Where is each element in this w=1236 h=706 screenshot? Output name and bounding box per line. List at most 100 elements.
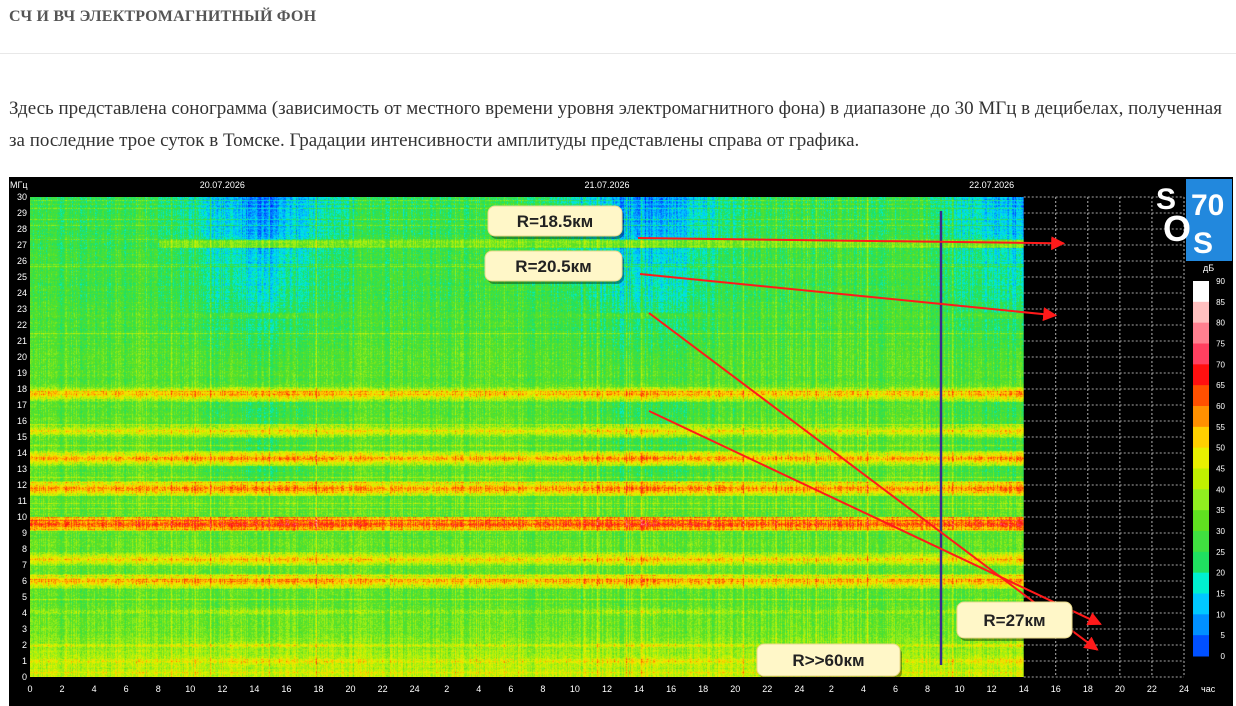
colorbar-segment — [1193, 635, 1209, 657]
y-tick-label: 5 — [22, 592, 27, 602]
colorbar-segment — [1193, 572, 1209, 594]
svg-text:O: O — [1163, 208, 1191, 249]
colorbar-segment — [1193, 385, 1209, 407]
y-tick-label: 25 — [17, 272, 27, 282]
y-tick-label: 19 — [17, 368, 27, 378]
colorbar-segment — [1193, 551, 1209, 574]
colorbar-tick-label: 60 — [1216, 402, 1225, 411]
x-tick-label: 2 — [829, 684, 834, 694]
y-tick-label: 6 — [22, 576, 27, 586]
x-tick-label: 6 — [508, 684, 513, 694]
date-label: 20.07.2026 — [200, 180, 245, 190]
colorbar-tick-label: 15 — [1216, 590, 1225, 599]
colorbar-segment — [1193, 281, 1209, 303]
y-tick-label: 27 — [17, 240, 27, 250]
colorbar-tick-label: 65 — [1216, 381, 1225, 390]
colorbar-tick-label: 70 — [1216, 360, 1225, 369]
x-tick-label: 10 — [570, 684, 580, 694]
colorbar-segment — [1193, 468, 1209, 490]
sos70-logo: S O S 70 — [1156, 179, 1232, 261]
colorbar-tick-label: 55 — [1216, 423, 1225, 432]
y-tick-label: 23 — [17, 304, 27, 314]
y-tick-label: 11 — [18, 496, 27, 506]
x-tick-label: 2 — [60, 684, 65, 694]
x-tick-label: 22 — [378, 684, 388, 694]
svg-text:S: S — [1193, 227, 1213, 260]
x-tick-label: 12 — [602, 684, 612, 694]
y-tick-label: 4 — [22, 608, 27, 618]
colorbar-tick-label: 80 — [1216, 319, 1225, 328]
colorbar-tick-label: 90 — [1216, 277, 1225, 286]
x-tick-label: 16 — [281, 684, 291, 694]
x-tick-label: 22 — [1147, 684, 1157, 694]
y-axis-label: МГц — [10, 180, 28, 190]
colorbar-tick-label: 30 — [1216, 527, 1225, 536]
y-tick-label: 2 — [22, 640, 27, 650]
colorbar-tick-label: 50 — [1216, 444, 1225, 453]
x-tick-label: 24 — [794, 684, 804, 694]
colorbar-tick-label: 5 — [1221, 631, 1226, 640]
colorbar-tick-label: 85 — [1216, 298, 1225, 307]
colorbar-segment — [1193, 489, 1209, 511]
x-tick-label: 12 — [217, 684, 227, 694]
y-tick-label: 9 — [22, 528, 27, 538]
x-tick-label: 14 — [1019, 684, 1029, 694]
x-tick-label: 22 — [762, 684, 772, 694]
x-tick-label: 6 — [124, 684, 129, 694]
annotation-label: R>>60км — [792, 651, 864, 670]
colorbar-segment — [1193, 322, 1209, 344]
colorbar-tick-label: 75 — [1216, 340, 1225, 349]
colorbar-segment — [1193, 510, 1209, 532]
colorbar-segment — [1193, 301, 1209, 324]
x-tick-label: 16 — [1051, 684, 1061, 694]
colorbar-segment — [1193, 406, 1209, 428]
x-tick-label: 2 — [444, 684, 449, 694]
colorbar-tick-label: 40 — [1216, 485, 1225, 494]
x-tick-label: 4 — [476, 684, 481, 694]
x-tick-label: 20 — [346, 684, 356, 694]
x-tick-label: 14 — [634, 684, 644, 694]
y-tick-label: 7 — [22, 560, 27, 570]
y-tick-label: 29 — [17, 208, 27, 218]
y-tick-label: 8 — [22, 544, 27, 554]
x-tick-label: 8 — [540, 684, 545, 694]
x-tick-label: 0 — [27, 684, 32, 694]
svg-text:70: 70 — [1191, 189, 1224, 222]
y-tick-label: 22 — [17, 320, 27, 330]
x-tick-label: 20 — [730, 684, 740, 694]
x-tick-label: 8 — [156, 684, 161, 694]
colorbar-segment — [1193, 593, 1209, 615]
colorbar-tick-label: 45 — [1216, 465, 1225, 474]
annotation-label: R=27км — [983, 611, 1045, 630]
colorbar-segment — [1193, 364, 1209, 386]
y-tick-label: 16 — [17, 416, 27, 426]
divider — [0, 53, 1236, 54]
y-tick-label: 0 — [22, 672, 27, 682]
x-tick-label: 18 — [313, 684, 323, 694]
date-label: 22.07.2026 — [969, 180, 1014, 190]
colorbar-tick-label: 10 — [1216, 610, 1225, 619]
y-tick-label: 30 — [17, 192, 27, 202]
colorbar-tick-label: 20 — [1216, 569, 1225, 578]
sonogram-chart: 0123456789101112131415161718192021222324… — [9, 177, 1233, 706]
y-tick-label: 13 — [17, 464, 27, 474]
y-tick-label: 1 — [22, 656, 27, 666]
x-tick-label: 24 — [1179, 684, 1189, 694]
colorbar-segment — [1193, 343, 1209, 365]
x-tick-label: 12 — [987, 684, 997, 694]
y-tick-label: 12 — [17, 480, 27, 490]
colorbar-segment — [1193, 447, 1209, 469]
y-tick-label: 14 — [17, 448, 27, 458]
y-tick-label: 3 — [22, 624, 27, 634]
y-tick-label: 20 — [17, 352, 27, 362]
x-tick-label: 4 — [92, 684, 97, 694]
colorbar-segment — [1193, 426, 1209, 449]
y-tick-label: 26 — [17, 256, 27, 266]
x-tick-label: 6 — [893, 684, 898, 694]
x-tick-label: 16 — [666, 684, 676, 694]
y-tick-label: 10 — [17, 512, 27, 522]
colorbar-tick-label: 35 — [1216, 506, 1225, 515]
y-tick-label: 24 — [17, 288, 27, 298]
x-tick-label: 20 — [1115, 684, 1125, 694]
x-tick-label: 4 — [861, 684, 866, 694]
